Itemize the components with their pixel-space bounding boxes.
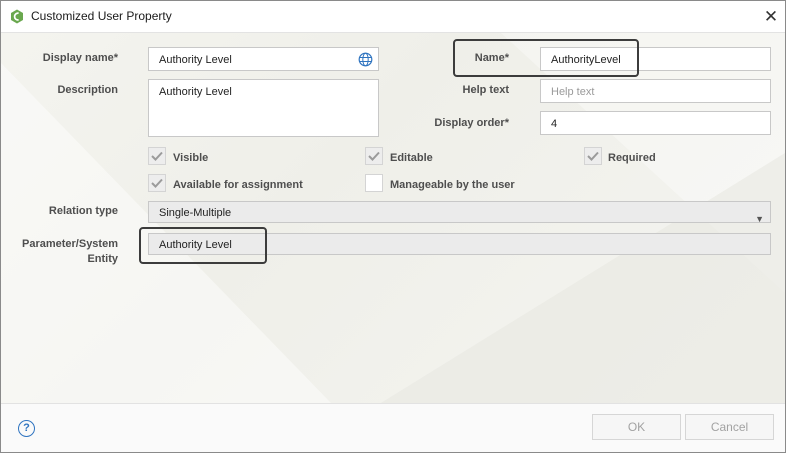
parameter-entity-label: Parameter/System Entity: [11, 237, 118, 267]
required-label: Required: [608, 152, 656, 164]
help-text-label: Help text: [462, 84, 509, 96]
visible-label: Visible: [173, 152, 209, 164]
dialog-window: Customized User Property ✕ Display name*…: [0, 0, 786, 453]
close-icon[interactable]: ✕: [761, 7, 781, 27]
checkmark-icon: [587, 151, 599, 161]
title-bar: Customized User Property ✕: [1, 1, 785, 33]
manageable-by-user-label: Manageable by the user: [390, 179, 515, 191]
relation-type-value: Single-Multiple: [159, 207, 232, 219]
help-icon[interactable]: ?: [18, 420, 35, 437]
cancel-button[interactable]: Cancel: [685, 414, 774, 440]
editable-checkbox[interactable]: [365, 147, 383, 165]
dialog-title: Customized User Property: [31, 9, 172, 23]
checkmark-icon: [368, 151, 380, 161]
relation-type-select[interactable]: Single-Multiple ▼: [148, 201, 771, 224]
checkmark-icon: [151, 151, 163, 161]
parameter-entity-label-line1: Parameter/System: [21, 238, 118, 250]
display-order-input[interactable]: 4: [540, 111, 771, 135]
translate-globe-icon[interactable]: [358, 52, 373, 67]
help-text-input[interactable]: Help text: [540, 79, 771, 103]
required-checkbox[interactable]: [584, 147, 602, 165]
editable-label: Editable: [390, 152, 433, 164]
display-name-value: Authority Level: [159, 54, 232, 66]
description-label: Description: [57, 84, 118, 96]
parameter-entity-highlight-frame: [139, 227, 267, 264]
description-textarea[interactable]: Authority Level: [148, 79, 379, 137]
relation-type-label: Relation type: [48, 205, 118, 217]
manageable-by-user-checkbox[interactable]: [365, 174, 383, 192]
display-name-input[interactable]: Authority Level: [148, 47, 379, 71]
checkmark-icon: [151, 178, 163, 188]
form-area: Display name* Authority Level Descriptio…: [1, 33, 785, 403]
chevron-down-icon: ▼: [755, 214, 764, 224]
dialog-footer: ? OK Cancel: [1, 403, 785, 452]
ok-button[interactable]: OK: [592, 414, 681, 440]
available-for-assignment-label: Available for assignment: [173, 179, 303, 191]
display-name-label: Display name*: [42, 52, 118, 64]
name-highlight-frame: [453, 39, 639, 77]
available-for-assignment-checkbox[interactable]: [148, 174, 166, 192]
visible-checkbox[interactable]: [148, 147, 166, 165]
display-order-label: Display order*: [434, 117, 509, 129]
app-logo-icon: [11, 9, 23, 24]
parameter-entity-label-line2: Entity: [87, 253, 118, 265]
